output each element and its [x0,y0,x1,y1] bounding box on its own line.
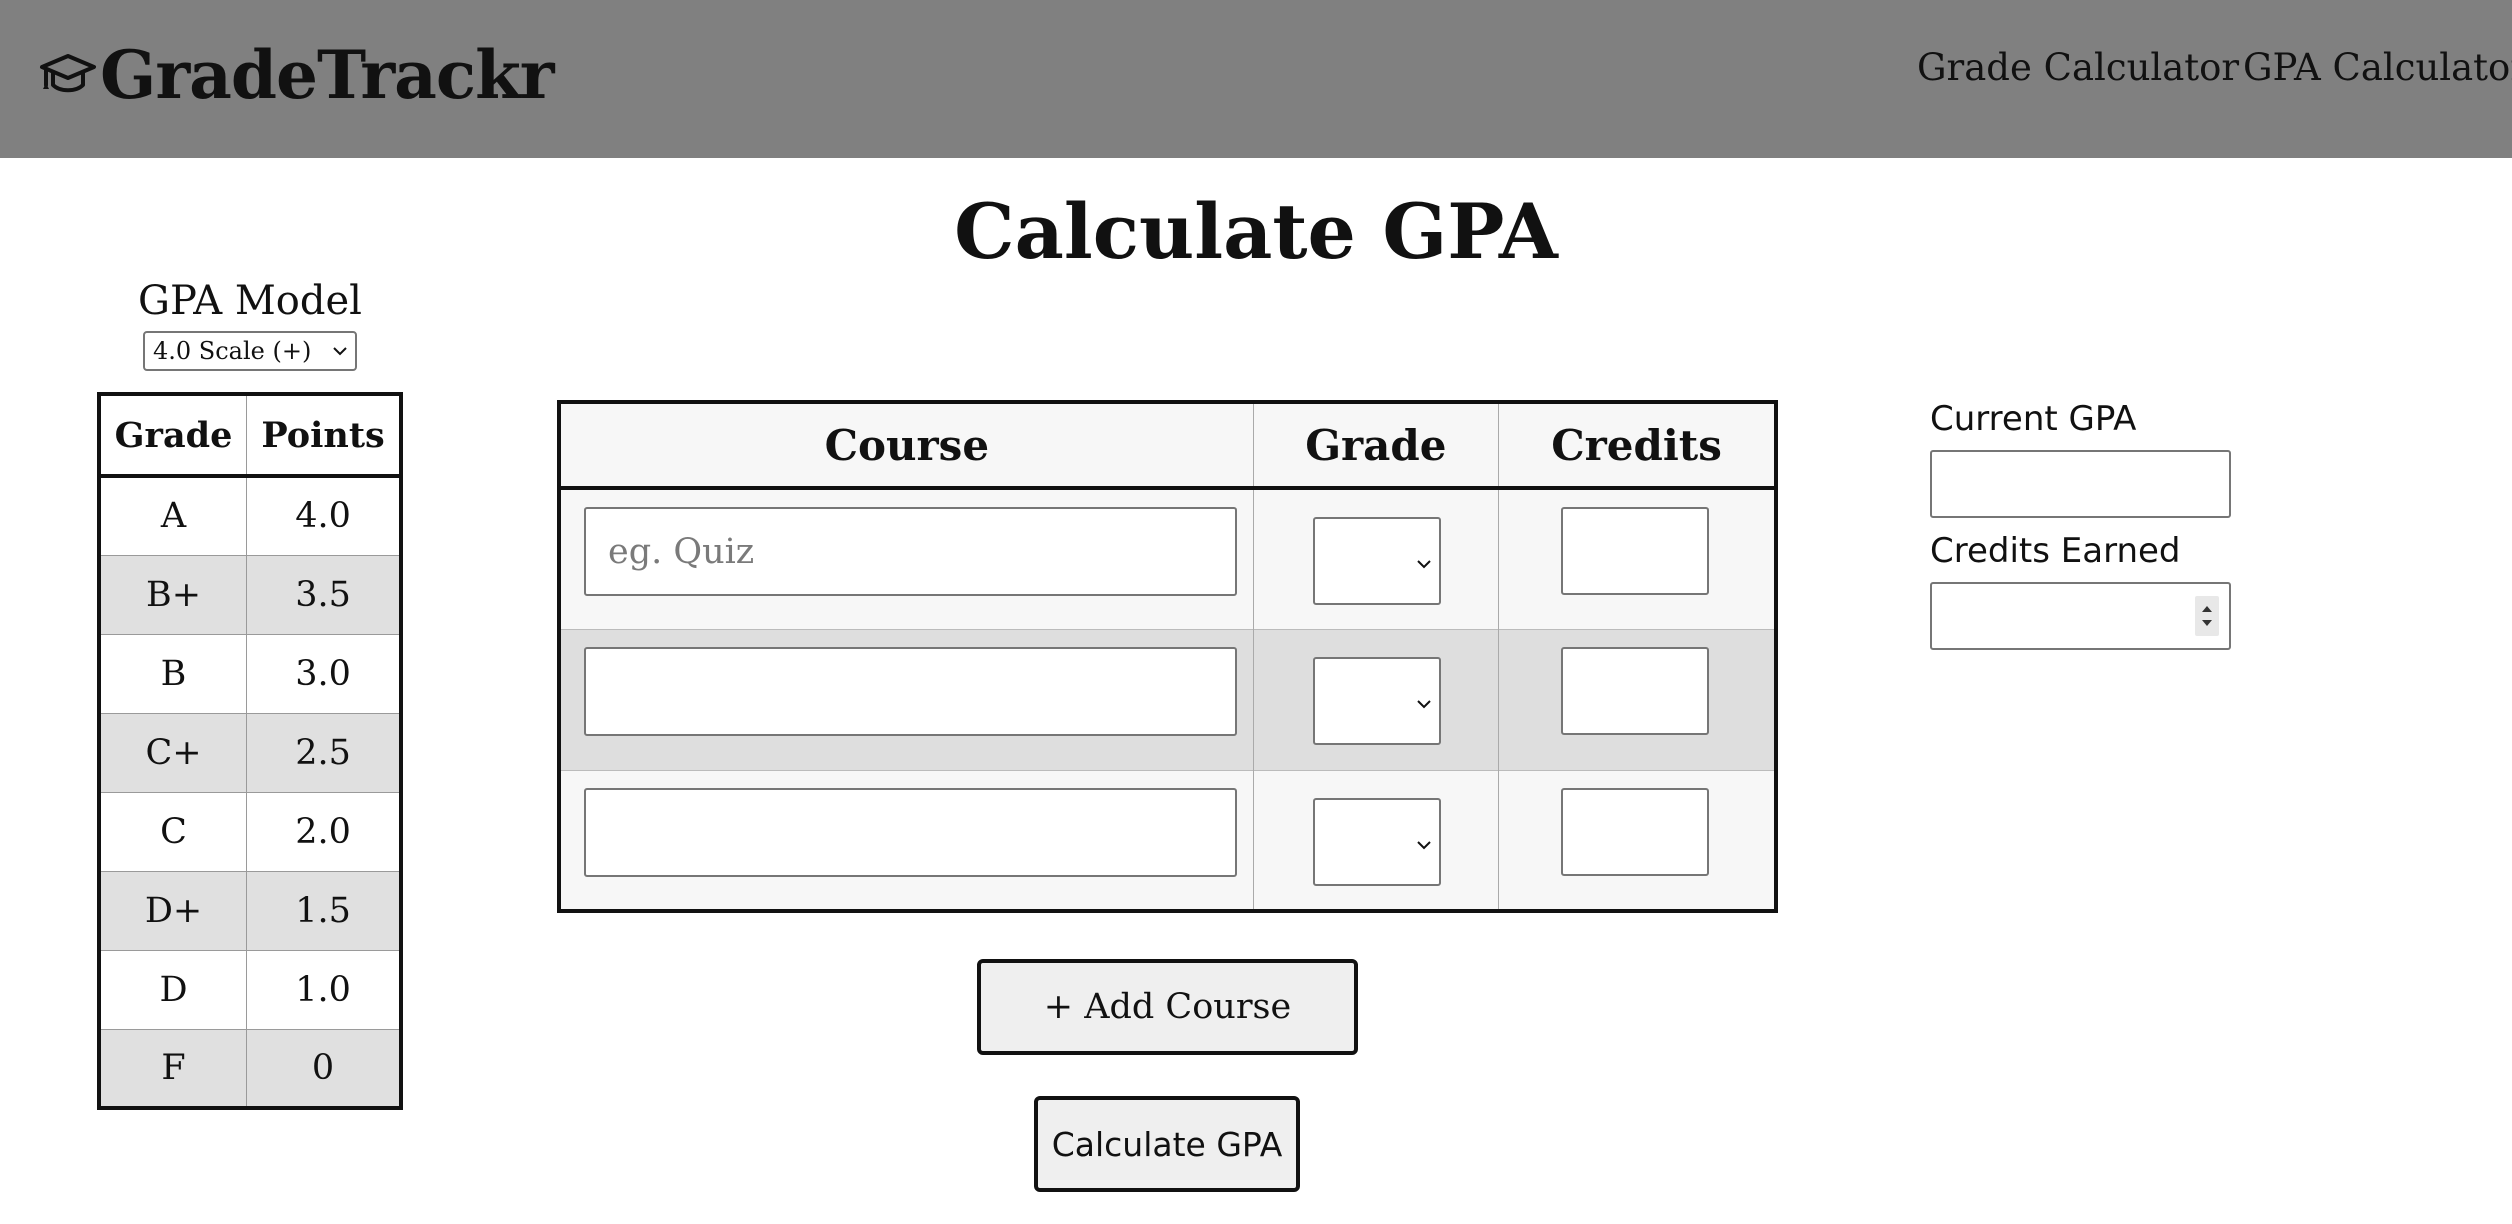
spin-down-icon[interactable] [2200,618,2214,628]
spin-up-icon[interactable] [2200,604,2214,614]
scale-row: D+ 1.5 [99,870,401,950]
credits-input[interactable] [1561,787,1710,876]
course-name-input[interactable] [584,646,1237,736]
scale-row: B 3.0 [99,633,401,713]
page-title: Calculate GPA [954,187,1558,276]
credits-cell [1498,769,1776,911]
scale-grade: C+ [99,712,247,792]
chevron-down-icon [1416,699,1431,708]
brand-logo[interactable]: GradeTrackr [38,30,555,120]
grade-scale-table: Grade Points A 4.0 B+ 3.5 B 3.0 C+ 2.5 C… [97,392,403,1110]
current-gpa-label: Current GPA [1930,399,2137,439]
nav-grade-calculator[interactable]: Grade Calculator [1917,46,2239,89]
scale-grade: C [99,791,247,871]
scale-points: 4.0 [246,476,401,555]
scale-header-points: Points [246,394,401,478]
courses-table: Course Grade Credits [557,400,1778,913]
credits-cell [1498,488,1776,629]
grade-cell [1252,628,1499,770]
scale-header-grade: Grade [99,394,247,478]
scale-points: 1.0 [246,949,401,1029]
chevron-down-icon [333,347,347,356]
gpa-model-select[interactable]: 4.0 Scale (+) [143,331,357,371]
scale-grade: D+ [99,870,247,950]
scale-points: 3.0 [246,633,401,713]
scale-row: F 0 [99,1028,401,1108]
scale-row: C+ 2.5 [99,712,401,792]
scale-points: 2.0 [246,791,401,871]
scale-grade: A [99,476,247,555]
course-cell [559,769,1254,911]
top-navbar: GradeTrackr Grade Calculator GPA Calcula… [0,0,2512,158]
grade-cell [1252,488,1499,629]
scale-points: 2.5 [246,712,401,792]
brand-name: GradeTrackr [100,36,555,114]
current-gpa-field[interactable] [1930,450,2231,518]
credits-cell [1498,628,1776,770]
calculate-gpa-button[interactable]: Calculate GPA [1034,1096,1300,1192]
gpa-model-label: GPA Model [138,278,362,324]
scale-grade: B [99,633,247,713]
scale-row: D 1.0 [99,949,401,1029]
credits-earned-label: Credits Earned [1930,531,2181,571]
course-cell [559,628,1254,770]
grade-cell [1252,769,1499,911]
scale-row: C 2.0 [99,791,401,871]
courses-header-course: Course [559,402,1254,490]
credits-earned-field[interactable] [1930,582,2231,650]
scale-row: A 4.0 [99,476,401,555]
scale-row: B+ 3.5 [99,554,401,634]
scale-grade: F [99,1028,247,1108]
scale-points: 0 [246,1028,401,1108]
course-name-input[interactable] [584,787,1237,877]
chevron-down-icon [1416,840,1431,849]
grade-select[interactable] [1312,517,1441,605]
course-row [559,488,1776,629]
number-spinner[interactable] [2195,596,2219,636]
gpa-model-selected-value: 4.0 Scale (+) [153,337,312,365]
grade-select[interactable] [1312,797,1441,886]
chevron-down-icon [1416,560,1431,569]
add-course-button[interactable]: + Add Course [977,959,1358,1055]
graduation-cap-icon [40,54,96,93]
course-name-input[interactable] [584,507,1237,596]
scale-points: 3.5 [246,554,401,634]
credits-input[interactable] [1561,507,1710,595]
grade-select[interactable] [1312,656,1441,745]
course-row [559,769,1776,911]
course-row [559,628,1776,770]
scale-grade: D [99,949,247,1029]
scale-grade: B+ [99,554,247,634]
scale-points: 1.5 [246,870,401,950]
credits-input[interactable] [1561,646,1710,735]
course-cell [559,488,1254,629]
nav-gpa-calculator[interactable]: GPA Calculator [2243,46,2512,89]
courses-header-grade: Grade [1252,402,1499,490]
courses-header-credits: Credits [1498,402,1776,490]
